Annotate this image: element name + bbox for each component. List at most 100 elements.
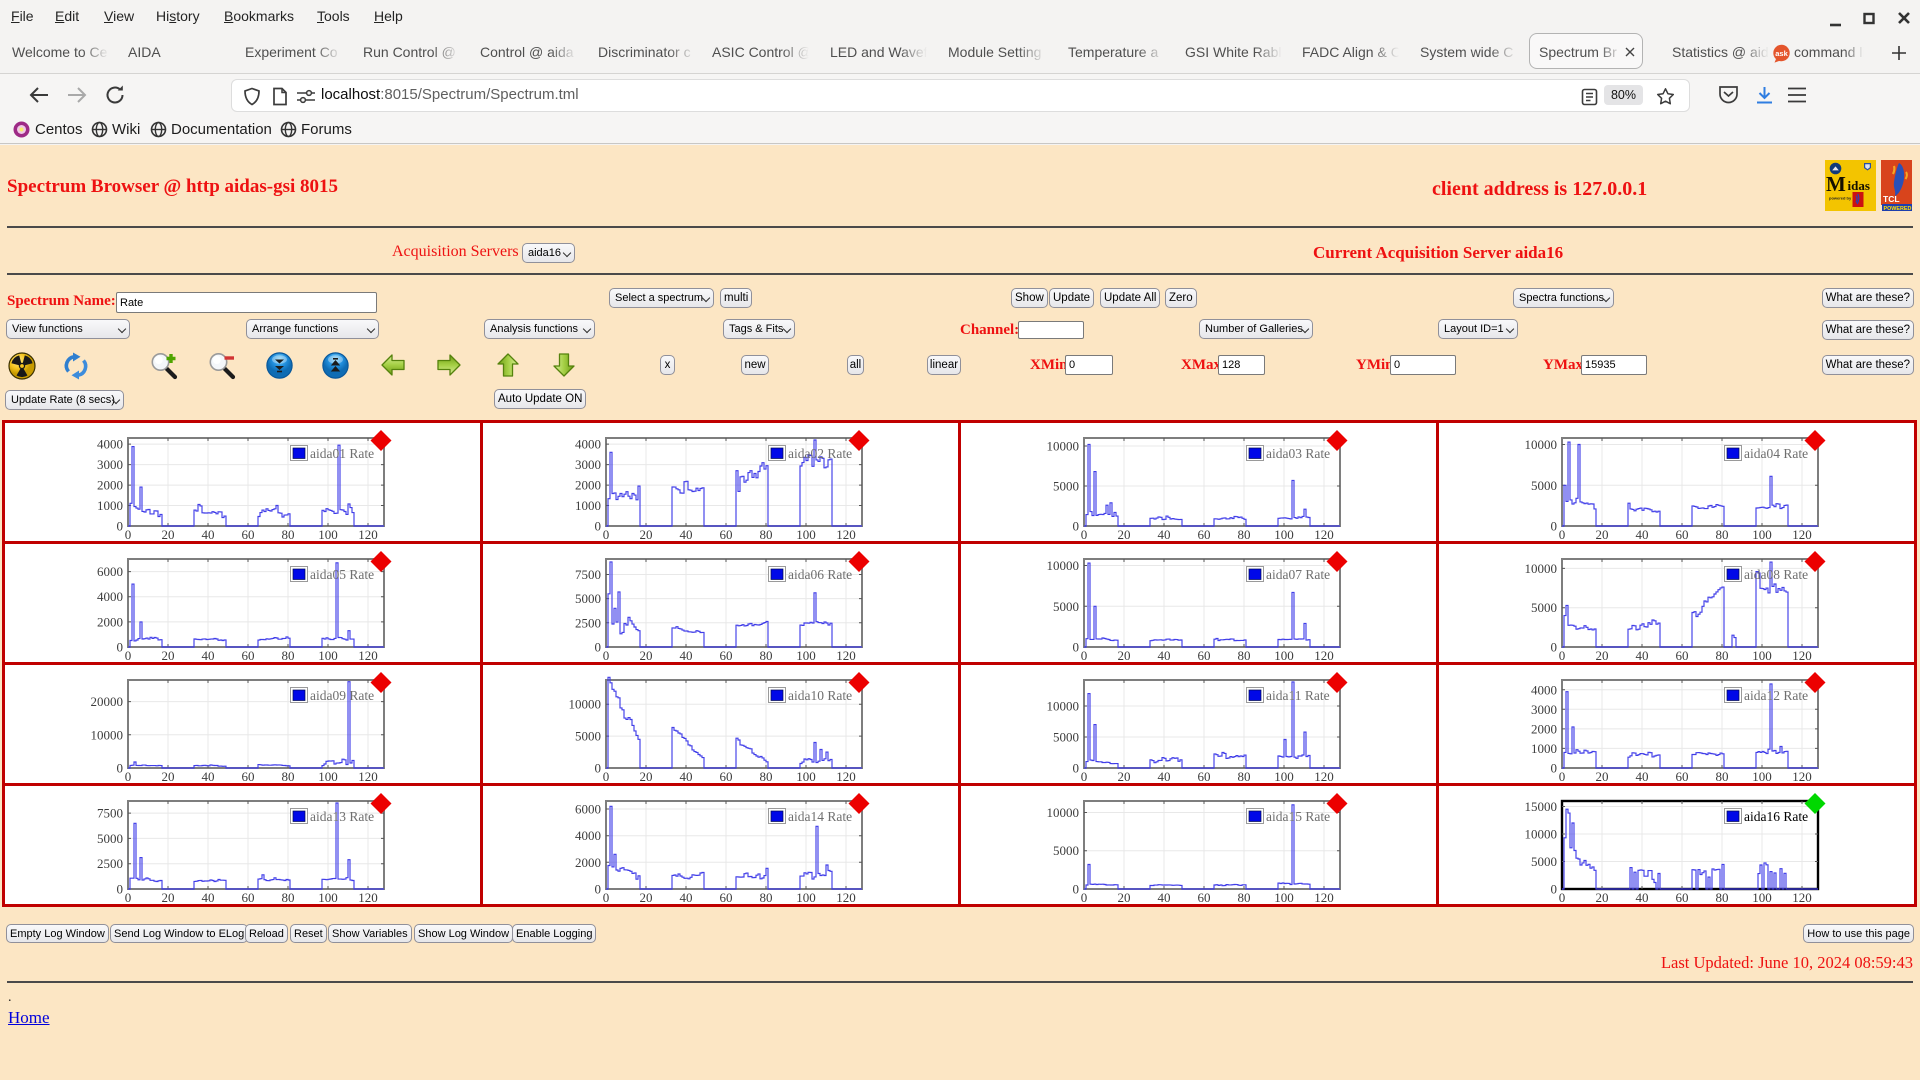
svg-text:100: 100 — [796, 890, 816, 905]
svg-text:80: 80 — [1238, 769, 1251, 784]
svg-text:0: 0 — [125, 648, 132, 663]
svg-text:0: 0 — [1073, 761, 1080, 776]
svg-text:20: 20 — [1118, 527, 1131, 542]
svg-text:aida05 Rate: aida05 Rate — [310, 567, 374, 582]
svg-text:aida07 Rate: aida07 Rate — [1266, 567, 1330, 582]
svg-text:0: 0 — [125, 769, 132, 784]
svg-text:0: 0 — [1073, 519, 1080, 534]
svg-text:80: 80 — [1716, 648, 1729, 663]
svg-text:0: 0 — [1559, 769, 1566, 784]
svg-text:3000: 3000 — [575, 457, 601, 472]
svg-text:5000: 5000 — [1053, 730, 1079, 745]
svg-text:120: 120 — [1792, 648, 1812, 663]
svg-text:120: 120 — [836, 890, 856, 905]
svg-text:100: 100 — [318, 648, 338, 663]
svg-text:20: 20 — [1118, 890, 1131, 905]
svg-text:4000: 4000 — [1531, 682, 1557, 697]
svg-text:20: 20 — [640, 648, 653, 663]
svg-text:60: 60 — [720, 648, 733, 663]
svg-text:60: 60 — [242, 648, 255, 663]
svg-text:0: 0 — [125, 890, 132, 905]
svg-text:aida06 Rate: aida06 Rate — [788, 567, 852, 582]
svg-text:10000: 10000 — [1047, 805, 1080, 820]
svg-text:20000: 20000 — [91, 694, 124, 709]
svg-text:5000: 5000 — [1531, 478, 1557, 493]
svg-text:120: 120 — [1314, 890, 1334, 905]
svg-text:0: 0 — [1081, 890, 1088, 905]
svg-text:80: 80 — [760, 527, 773, 542]
svg-text:2500: 2500 — [575, 615, 601, 630]
svg-text:40: 40 — [202, 890, 215, 905]
svg-text:120: 120 — [1314, 769, 1334, 784]
svg-text:0: 0 — [117, 761, 124, 776]
svg-text:10000: 10000 — [1047, 439, 1080, 454]
svg-text:10000: 10000 — [1525, 561, 1558, 576]
svg-text:40: 40 — [202, 527, 215, 542]
svg-text:4000: 4000 — [575, 437, 601, 452]
svg-text:0: 0 — [595, 640, 602, 655]
svg-text:100: 100 — [796, 527, 816, 542]
svg-text:20: 20 — [1596, 769, 1609, 784]
svg-text:1000: 1000 — [1531, 741, 1557, 756]
svg-text:TCL: TCL — [1883, 194, 1900, 204]
svg-text:10000: 10000 — [1525, 437, 1558, 452]
svg-text:120: 120 — [358, 769, 378, 784]
svg-text:0: 0 — [1551, 519, 1558, 534]
svg-text:1000: 1000 — [575, 498, 601, 513]
svg-text:0: 0 — [1559, 648, 1566, 663]
svg-text:15000: 15000 — [1525, 799, 1558, 814]
svg-text:60: 60 — [1676, 527, 1689, 542]
svg-text:6000: 6000 — [575, 802, 601, 817]
svg-text:40: 40 — [1158, 769, 1171, 784]
svg-text:100: 100 — [1752, 648, 1772, 663]
svg-text:120: 120 — [1792, 527, 1812, 542]
svg-text:3000: 3000 — [1531, 702, 1557, 717]
svg-text:40: 40 — [1158, 527, 1171, 542]
svg-text:60: 60 — [242, 890, 255, 905]
svg-text:10000: 10000 — [1525, 827, 1558, 842]
svg-text:10000: 10000 — [1047, 699, 1080, 714]
svg-text:0: 0 — [1081, 648, 1088, 663]
svg-text:80: 80 — [1238, 527, 1251, 542]
svg-text:100: 100 — [1752, 769, 1772, 784]
svg-text:120: 120 — [358, 890, 378, 905]
svg-text:60: 60 — [1676, 769, 1689, 784]
svg-text:20: 20 — [1596, 527, 1609, 542]
svg-text:20: 20 — [1118, 648, 1131, 663]
svg-text:20: 20 — [1596, 890, 1609, 905]
svg-text:7500: 7500 — [575, 567, 601, 582]
svg-text:0: 0 — [603, 890, 610, 905]
svg-text:5000: 5000 — [97, 831, 123, 846]
svg-text:aida01 Rate: aida01 Rate — [310, 446, 374, 461]
svg-text:aida03 Rate: aida03 Rate — [1266, 446, 1330, 461]
svg-text:120: 120 — [836, 648, 856, 663]
svg-text:20: 20 — [162, 648, 175, 663]
svg-text:powered by: powered by — [1829, 196, 1852, 201]
svg-text:40: 40 — [1636, 890, 1649, 905]
svg-text:40: 40 — [1636, 648, 1649, 663]
svg-text:80: 80 — [760, 769, 773, 784]
svg-text:aida14 Rate: aida14 Rate — [788, 809, 852, 824]
svg-text:100: 100 — [1752, 890, 1772, 905]
svg-text:5000: 5000 — [1531, 600, 1557, 615]
svg-text:7500: 7500 — [97, 806, 123, 821]
svg-text:120: 120 — [836, 527, 856, 542]
svg-text:40: 40 — [680, 527, 693, 542]
svg-text:40: 40 — [1636, 527, 1649, 542]
svg-text:20: 20 — [640, 769, 653, 784]
svg-text:1000: 1000 — [97, 498, 123, 513]
svg-text:60: 60 — [1198, 648, 1211, 663]
svg-text:2000: 2000 — [575, 478, 601, 493]
svg-text:0: 0 — [117, 882, 124, 897]
svg-text:100: 100 — [318, 769, 338, 784]
svg-text:40: 40 — [1158, 890, 1171, 905]
svg-text:100: 100 — [1274, 527, 1294, 542]
svg-text:0: 0 — [1551, 640, 1558, 655]
svg-text:40: 40 — [202, 648, 215, 663]
svg-text:20: 20 — [640, 890, 653, 905]
svg-text:60: 60 — [242, 769, 255, 784]
svg-text:80: 80 — [282, 648, 295, 663]
svg-text:2500: 2500 — [97, 856, 123, 871]
svg-text:100: 100 — [796, 648, 816, 663]
svg-text:100: 100 — [318, 890, 338, 905]
